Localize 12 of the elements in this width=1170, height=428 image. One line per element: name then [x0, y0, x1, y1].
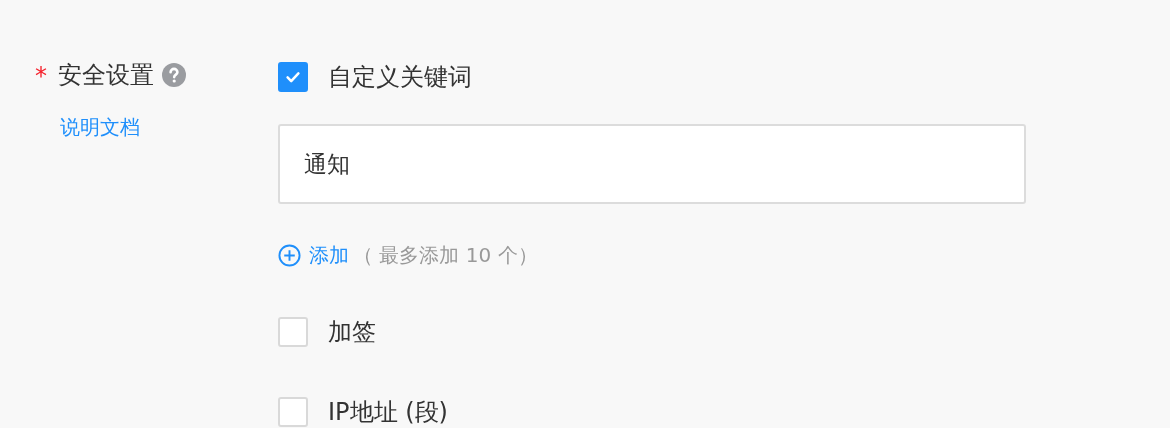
keyword-input[interactable]: 通知 — [278, 124, 1026, 204]
field-label: 安全设置 — [58, 60, 154, 91]
help-icon[interactable] — [162, 63, 186, 87]
checkbox[interactable] — [278, 62, 308, 92]
add-limit-hint: （ 最多添加 10 个） — [353, 242, 538, 269]
add-link[interactable]: 添加 — [278, 242, 349, 269]
documentation-link[interactable]: 说明文档 — [60, 114, 140, 141]
checkbox-label: 自定义关键词 — [328, 62, 472, 93]
checkbox-label: 加签 — [328, 317, 376, 348]
checkbox-label: IP地址 (段) — [328, 397, 448, 428]
required-mark: * — [35, 61, 48, 91]
plus-icon — [278, 244, 301, 267]
